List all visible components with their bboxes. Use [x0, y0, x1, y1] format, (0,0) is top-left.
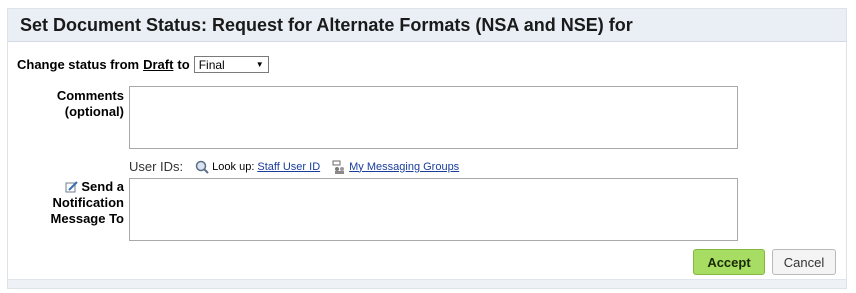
user-ids-label: User IDs:: [129, 159, 184, 174]
status-change-row: Change status from Draft to Final ▼: [17, 56, 269, 73]
send-notification-label: Send a Notification Message To: [50, 179, 124, 226]
edit-note-icon: [65, 181, 79, 193]
new-status-select[interactable]: Final ▼: [193, 56, 269, 73]
staff-user-id-link[interactable]: Staff User ID: [257, 161, 320, 173]
current-status: Draft: [143, 57, 174, 72]
new-status-value: Final: [198, 57, 225, 72]
accept-button[interactable]: Accept: [693, 249, 765, 275]
status-to-word: to: [177, 57, 190, 72]
comments-textarea[interactable]: [129, 86, 738, 149]
cancel-button[interactable]: Cancel: [772, 249, 836, 275]
status-prefix: Change status from: [17, 57, 140, 72]
messaging-groups-control: My Messaging Groups: [332, 160, 459, 174]
magnifier-icon: [195, 160, 209, 174]
lookup-label: Look up:: [212, 160, 255, 173]
dialog-title-bar: Set Document Status: Request for Alterna…: [8, 9, 846, 42]
user-ids-row: User IDs: Look up: Staff User ID My Mess…: [129, 159, 459, 174]
dialog-title: Set Document Status: Request for Alterna…: [20, 15, 633, 35]
dialog-footer: [8, 279, 846, 288]
my-messaging-groups-link[interactable]: My Messaging Groups: [349, 161, 459, 173]
lookup-control: Look up: Staff User ID: [195, 160, 320, 174]
comments-label: Comments (optional): [56, 88, 124, 119]
people-message-icon: [332, 160, 345, 174]
recipients-textarea[interactable]: [129, 178, 738, 241]
dropdown-arrow-icon: ▼: [255, 60, 264, 69]
set-document-status-dialog: Set Document Status: Request for Alterna…: [7, 8, 847, 289]
